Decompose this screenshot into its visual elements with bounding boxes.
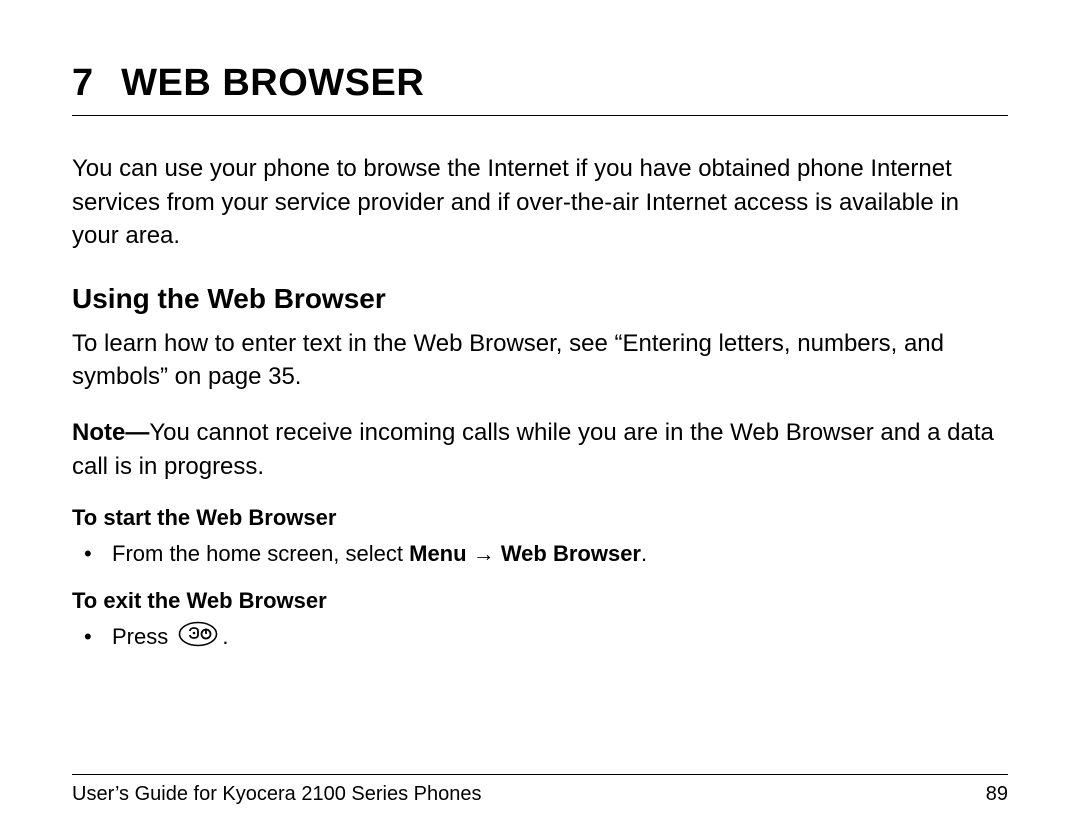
section-paragraph-1: To learn how to enter text in the Web Br… bbox=[72, 327, 1008, 394]
intro-paragraph: You can use your phone to browse the Int… bbox=[72, 152, 1008, 253]
arrow-icon: → bbox=[467, 541, 501, 566]
chapter-number: 7 bbox=[72, 62, 93, 105]
bullet-text-pre: Press bbox=[112, 624, 174, 649]
web-browser-label: Web Browser bbox=[501, 541, 641, 566]
period: . bbox=[641, 541, 647, 566]
footer-page-number: 89 bbox=[986, 783, 1008, 806]
list-item: Press . bbox=[72, 620, 1008, 656]
note-paragraph: Note—You cannot receive incoming calls w… bbox=[72, 416, 1008, 483]
footer-doc-title: User’s Guide for Kyocera 2100 Series Pho… bbox=[72, 783, 481, 806]
exit-list: Press . bbox=[72, 620, 1008, 656]
exit-heading: To exit the Web Browser bbox=[72, 588, 1008, 614]
menu-label: Menu bbox=[409, 541, 466, 566]
period: . bbox=[222, 624, 228, 649]
end-power-key-icon bbox=[178, 621, 218, 656]
list-item: From the home screen, select Menu → Web … bbox=[72, 537, 1008, 570]
section-heading: Using the Web Browser bbox=[72, 283, 1008, 315]
chapter-title: Web Browser bbox=[121, 62, 424, 105]
bullet-text-pre: From the home screen, select bbox=[112, 541, 409, 566]
note-text: You cannot receive incoming calls while … bbox=[72, 419, 994, 480]
start-heading: To start the Web Browser bbox=[72, 505, 1008, 531]
note-label: Note— bbox=[72, 419, 149, 446]
start-list: From the home screen, select Menu → Web … bbox=[72, 537, 1008, 570]
page-footer: User’s Guide for Kyocera 2100 Series Pho… bbox=[72, 774, 1008, 806]
chapter-heading: 7 Web Browser bbox=[72, 62, 1008, 116]
